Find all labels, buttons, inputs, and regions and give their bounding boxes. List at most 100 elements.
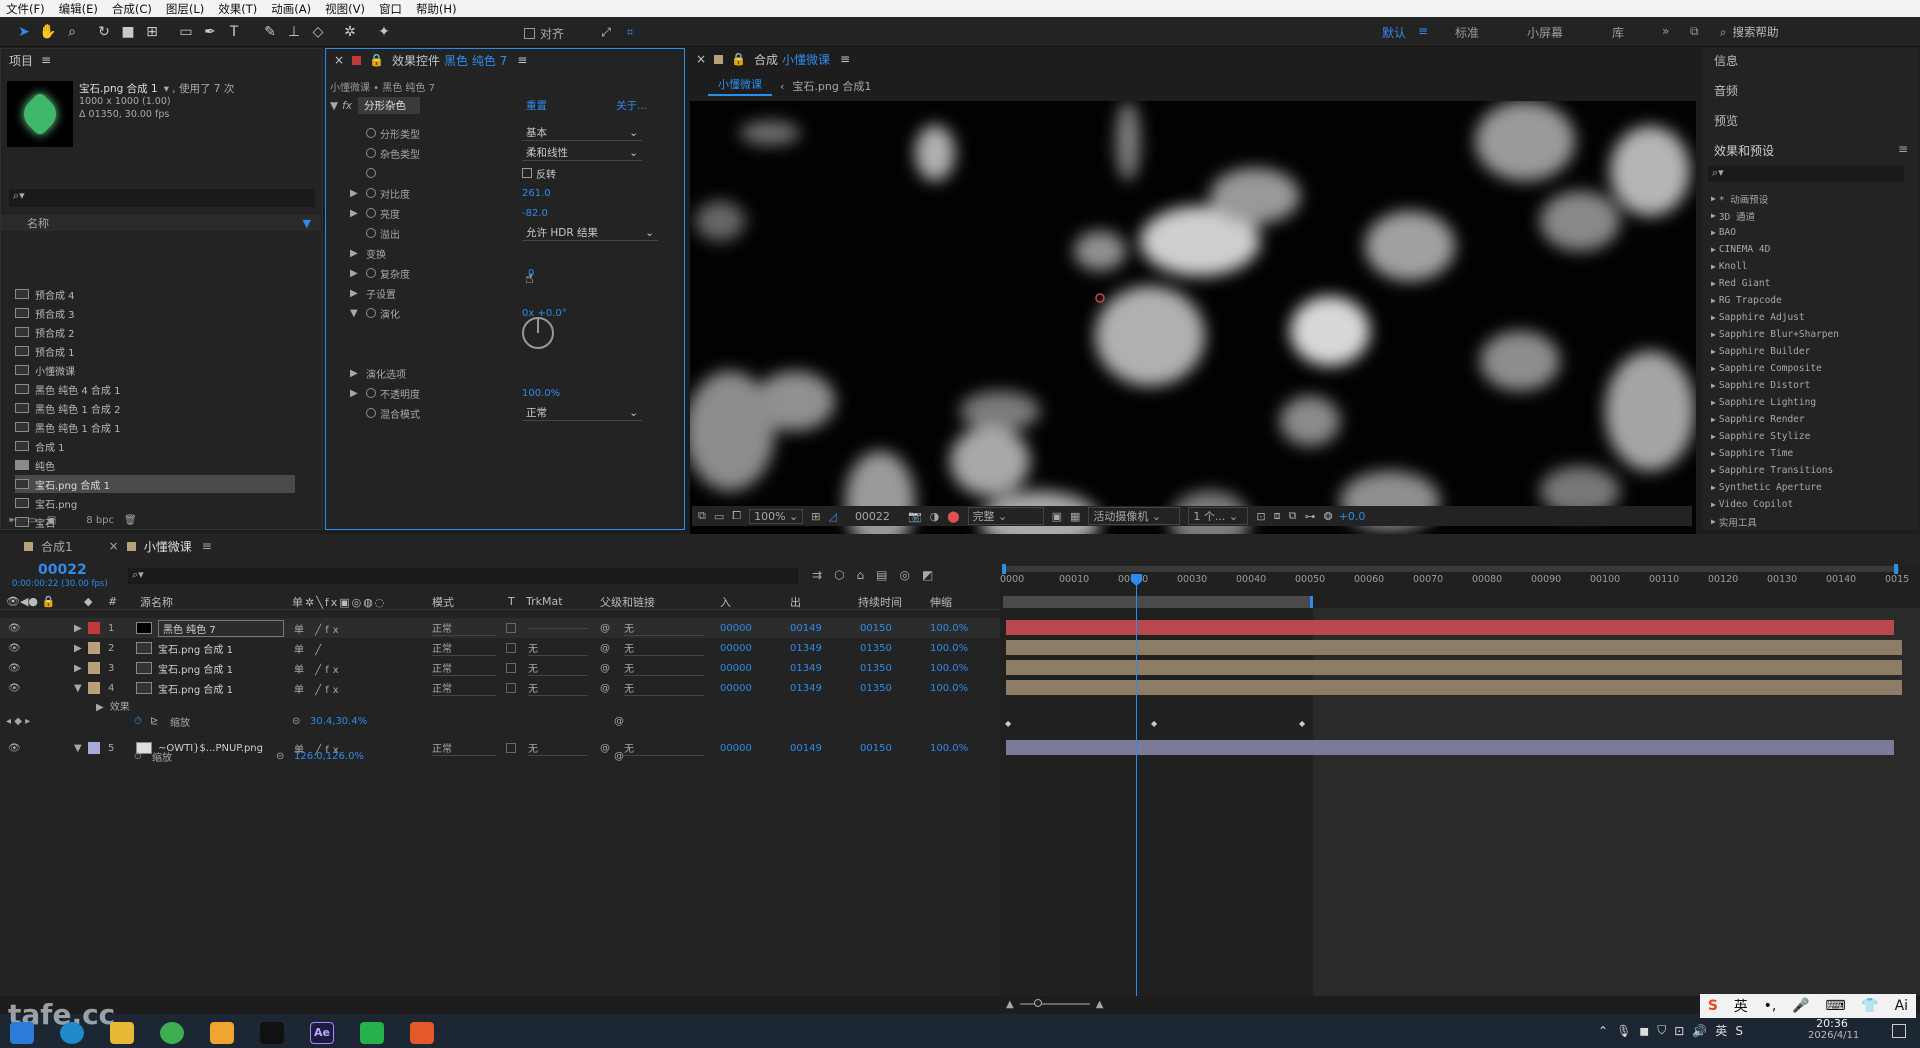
keyframe-diamond-icon[interactable]: ◆ bbox=[1299, 719, 1305, 728]
bpc-label[interactable]: 8 bpc bbox=[86, 515, 114, 526]
layer-duration-bar[interactable] bbox=[1006, 660, 1902, 675]
col-trkmat[interactable]: TrkMat bbox=[526, 595, 563, 608]
pickwhip-icon[interactable]: @ bbox=[600, 683, 610, 694]
layer-name[interactable]: 宝石.png 合成 1 bbox=[158, 641, 233, 656]
camera-dropdown[interactable]: 活动摄像机 ⌄ bbox=[1088, 507, 1181, 525]
in-point[interactable]: 00000 bbox=[720, 663, 752, 674]
wechat-icon[interactable] bbox=[360, 1022, 384, 1044]
exposure-value[interactable]: +0.0 bbox=[1339, 510, 1366, 523]
snap-toggle[interactable]: 对齐 bbox=[524, 25, 564, 42]
preserve-transparency-checkbox[interactable] bbox=[506, 683, 516, 693]
effects-search-input[interactable]: ⌕▾ bbox=[1708, 166, 1904, 182]
panel-menu-icon[interactable]: ≡ bbox=[840, 52, 850, 66]
pan-behind-tool-icon[interactable]: ⊞ bbox=[142, 22, 162, 42]
effect-category[interactable]: ▶ Sapphire Adjust bbox=[1711, 309, 1911, 326]
blend-mode-dropdown[interactable]: 正常 bbox=[432, 740, 496, 756]
preserve-transparency-checkbox[interactable] bbox=[506, 663, 516, 673]
ai-icon[interactable]: Ai bbox=[1895, 998, 1908, 1014]
preserve-transparency-checkbox[interactable] bbox=[506, 623, 516, 633]
camera-tool-icon[interactable]: ■ bbox=[118, 22, 138, 42]
frame-blending-icon[interactable]: ▤ bbox=[876, 568, 887, 582]
workspace-small-screen[interactable]: 小屏幕 bbox=[1527, 24, 1563, 41]
col-stretch[interactable]: 伸缩 bbox=[930, 594, 952, 610]
eye-icon[interactable]: 👁 bbox=[8, 643, 21, 654]
reset-link[interactable]: 重置 bbox=[526, 98, 547, 113]
sogou-icon[interactable]: S bbox=[1708, 998, 1718, 1014]
effect-category[interactable]: ▶ * 动画预设 bbox=[1711, 190, 1911, 207]
rotate-tool-icon[interactable]: ↻ bbox=[94, 22, 114, 42]
lock-icon[interactable]: 🔒 bbox=[731, 52, 746, 66]
effect-property-row[interactable]: ▶ 变换 bbox=[336, 244, 676, 262]
project-item[interactable]: 合成 1 bbox=[15, 437, 295, 455]
pickwhip-icon[interactable]: @ bbox=[614, 751, 624, 762]
composition-tab[interactable]: × 🔒 合成 小懂微课 ≡ bbox=[688, 48, 1698, 70]
stopwatch-icon[interactable] bbox=[366, 388, 376, 398]
layer-row[interactable]: 👁 ▶ 1 黑色 纯色 7 单 ╱fx 正常 @ 无 00000 00149 00150 100.0% bbox=[0, 618, 1000, 638]
in-point[interactable]: 00000 bbox=[720, 643, 752, 654]
workspace-library[interactable]: 库 bbox=[1612, 24, 1624, 41]
keyframe-diamond-icon[interactable]: ◆ bbox=[1151, 719, 1157, 728]
duration[interactable]: 00150 bbox=[860, 623, 892, 634]
rectangle-tool-icon[interactable]: ▭ bbox=[176, 22, 196, 42]
eraser-tool-icon[interactable]: ◇ bbox=[308, 22, 328, 42]
pickwhip-icon[interactable]: @ bbox=[600, 663, 610, 674]
project-item[interactable]: 黑色 纯色 1 合成 1 bbox=[15, 418, 295, 436]
project-panel-tab[interactable]: 项目 ≡ bbox=[1, 49, 322, 71]
stopwatch-icon[interactable] bbox=[366, 408, 376, 418]
project-search-input[interactable]: ⌕▾ bbox=[9, 189, 315, 207]
workspace-overflow-icon[interactable]: » bbox=[1662, 24, 1669, 38]
timeline-icon[interactable]: ⧉ bbox=[1289, 509, 1297, 523]
col-t[interactable]: T bbox=[508, 595, 515, 608]
link-icon[interactable]: ⊝ bbox=[292, 716, 300, 727]
layer-switch-icons[interactable]: 单 ╱ bbox=[294, 641, 325, 656]
effect-property-row[interactable]: ▶ 子设置 bbox=[336, 284, 676, 302]
composition-name[interactable]: 小懂微课 bbox=[782, 51, 830, 68]
grid-icon[interactable]: ⊞ bbox=[811, 510, 820, 523]
mask-icon[interactable]: ◿ bbox=[828, 510, 836, 523]
in-point[interactable]: 00000 bbox=[720, 683, 752, 694]
eye-icon[interactable]: 👁 bbox=[8, 663, 21, 674]
pickwhip-icon[interactable]: @ bbox=[600, 643, 610, 654]
stopwatch-icon[interactable] bbox=[366, 208, 376, 218]
panel-menu-icon[interactable]: ≡ bbox=[517, 53, 527, 67]
stopwatch-icon[interactable] bbox=[366, 268, 376, 278]
eye-icon[interactable]: 👁 bbox=[8, 623, 21, 634]
pen-tool-icon[interactable]: ✒ bbox=[200, 22, 220, 42]
property-dropdown[interactable]: 柔和线性 ⌄ bbox=[522, 145, 642, 161]
stretch[interactable]: 100.0% bbox=[930, 743, 968, 754]
property-value[interactable]: 100.0% bbox=[522, 384, 560, 402]
stopwatch-icon[interactable] bbox=[366, 188, 376, 198]
graph-editor-icon[interactable]: ◩ bbox=[922, 568, 933, 582]
layer-switch-icons[interactable]: 单 ╱fx bbox=[294, 621, 343, 636]
current-time-indicator[interactable] bbox=[1136, 576, 1137, 996]
out-point[interactable]: 00149 bbox=[790, 623, 822, 634]
tray-ime-icon[interactable]: 英 bbox=[1715, 1022, 1727, 1039]
zoom-out-icon[interactable]: ▲ bbox=[1006, 999, 1014, 1010]
menu-file[interactable]: 文件(F) bbox=[0, 1, 53, 17]
trkmat-dropdown[interactable]: 无 bbox=[528, 680, 588, 696]
comp-timecode[interactable]: 00022 bbox=[855, 510, 890, 523]
expand-arrow-icon[interactable]: ▼ bbox=[74, 743, 82, 754]
stretch[interactable]: 100.0% bbox=[930, 663, 968, 674]
out-point[interactable]: 01349 bbox=[790, 683, 822, 694]
menu-layer[interactable]: 图层(L) bbox=[160, 1, 212, 17]
mic-icon[interactable]: 🎤 bbox=[1792, 998, 1809, 1014]
menu-window[interactable]: 窗口 bbox=[373, 1, 410, 17]
windows-start-icon[interactable] bbox=[10, 1022, 34, 1044]
preview-panel-tab[interactable]: 预览 bbox=[1714, 112, 1738, 129]
shy-layers-icon[interactable]: ⌂ bbox=[857, 568, 865, 582]
selection-tool-icon[interactable]: ➤ bbox=[14, 22, 34, 42]
effect-category[interactable]: ▶ Sapphire Render bbox=[1711, 411, 1911, 428]
timeline-tab-comp1[interactable]: 合成1 bbox=[41, 538, 73, 555]
share-icon[interactable]: ⧉ bbox=[1690, 24, 1699, 39]
effect-property-row[interactable]: ▶ 演化选项 bbox=[336, 364, 676, 382]
puppet-tool-icon[interactable]: ✦ bbox=[374, 22, 394, 42]
preserve-transparency-checkbox[interactable] bbox=[506, 743, 516, 753]
layer-row[interactable]: 👁 ▼ 5 ~OWTI}$...PNUP.png 单 ╱fx 正常无 @ 无 00000 0014… bbox=[0, 738, 1000, 758]
duration[interactable]: 01350 bbox=[860, 663, 892, 674]
expand-arrow-icon[interactable]: ▶ bbox=[350, 188, 366, 199]
layer-switch-icons[interactable]: 单 ╱fx bbox=[294, 661, 343, 676]
layer-name[interactable]: 宝石.png 合成 1 bbox=[158, 681, 233, 696]
effects-subgroup[interactable]: ▶ 效果 bbox=[96, 698, 130, 713]
effect-category[interactable]: ▶ Sapphire Lighting bbox=[1711, 394, 1911, 411]
